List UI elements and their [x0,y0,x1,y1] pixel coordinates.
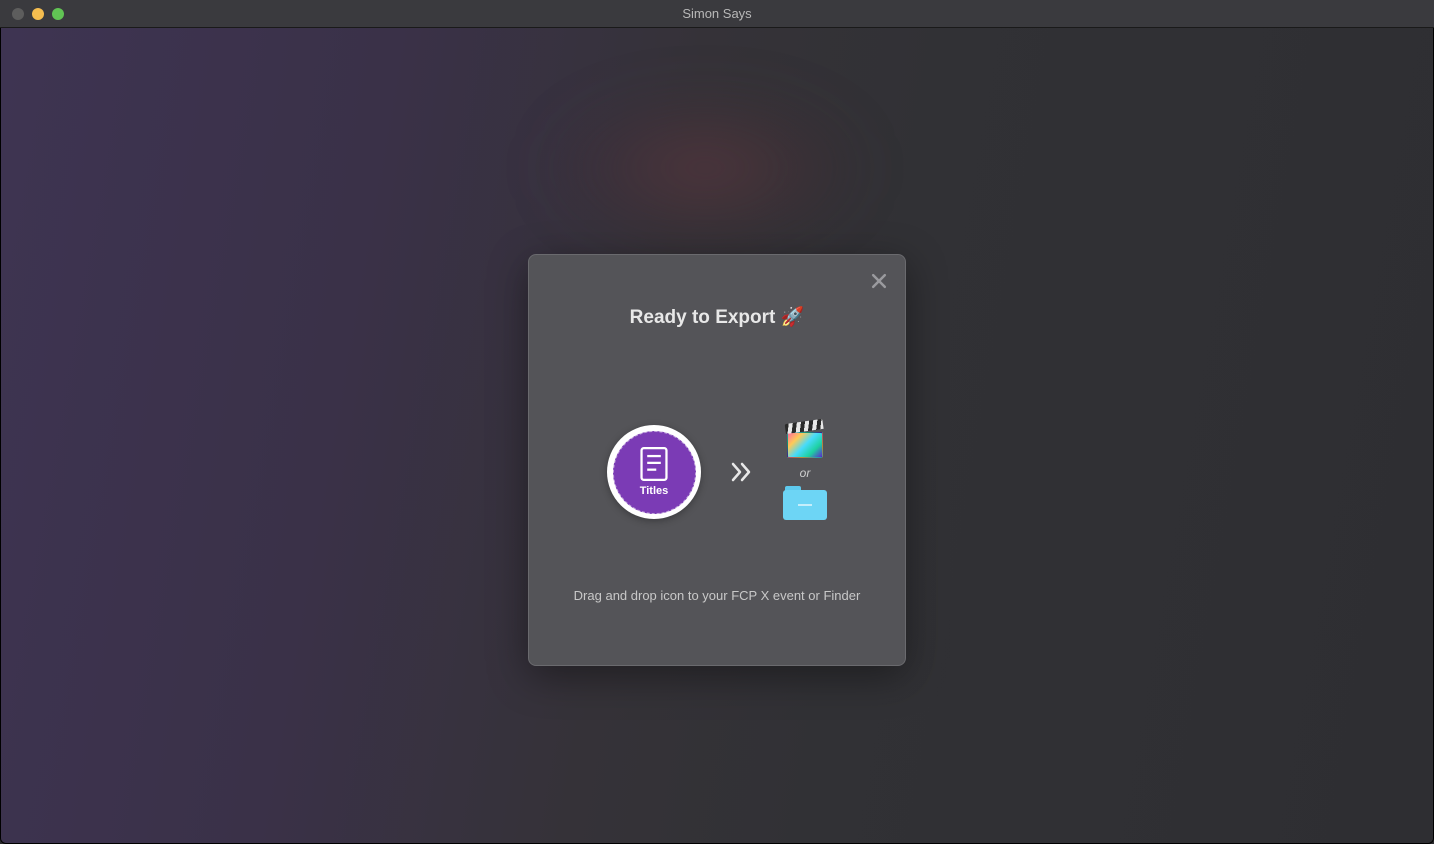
background-blur [545,88,865,248]
modal-title: Ready to Export 🚀 [529,305,905,329]
titles-badge-label: Titles [640,485,669,497]
close-button[interactable] [867,269,891,293]
or-text: or [800,466,811,480]
window-maximize-button[interactable] [52,8,64,20]
window-minimize-button[interactable] [32,8,44,20]
export-modal: Ready to Export 🚀 Titles [528,254,906,666]
export-row: Titles or [529,424,905,520]
window-titlebar: Simon Says [0,0,1434,28]
window-title: Simon Says [682,6,751,21]
drop-targets: or [783,424,827,520]
window-content: Ready to Export 🚀 Titles [0,28,1434,844]
folder-icon [783,486,827,520]
document-icon [640,447,668,481]
window-close-button[interactable] [12,8,24,20]
titles-drag-badge[interactable]: Titles [607,425,701,519]
close-icon [869,271,889,291]
traffic-lights [0,8,64,20]
fcpx-icon [784,424,826,460]
titles-badge-inner: Titles [613,431,696,514]
arrows-icon [731,462,753,482]
instruction-text: Drag and drop icon to your FCP X event o… [529,588,905,603]
